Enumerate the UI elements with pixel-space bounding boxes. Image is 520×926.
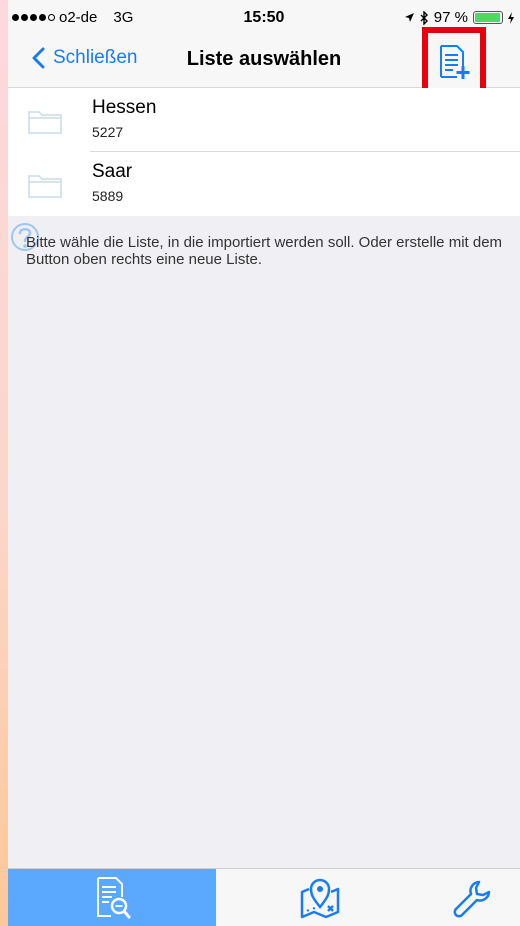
list-item-count: 5227 [92, 124, 124, 140]
list-item-count: 5889 [92, 188, 124, 204]
bluetooth-icon [420, 10, 428, 25]
charging-icon [508, 11, 514, 24]
status-right: 97 % [404, 9, 514, 26]
tab-lists[interactable] [8, 869, 216, 926]
list-item-name: Hessen [92, 97, 157, 118]
battery-percent: 97 % [433, 9, 468, 26]
add-list-icon [440, 44, 470, 79]
map-pin-icon [300, 878, 340, 919]
status-bar: o2-de 3G 15:50 97 % [8, 0, 520, 30]
list-item[interactable]: Hessen 5227 [8, 88, 520, 152]
folder-icon [28, 111, 62, 134]
list-item-name: Saar [92, 161, 133, 182]
hint-text: Bitte wähle die Liste, in die importiert… [26, 234, 503, 268]
folder-icon [28, 175, 62, 198]
phone-screen: o2-de 3G 15:50 97 % Schließen Liste ausw… [8, 0, 520, 926]
navigation-bar: Schließen Liste auswählen [8, 27, 520, 96]
tab-settings[interactable] [424, 869, 520, 926]
battery-icon [473, 11, 503, 24]
add-list-button[interactable] [422, 27, 486, 96]
wrench-icon [453, 880, 491, 918]
document-search-icon [97, 877, 131, 919]
tab-map[interactable] [216, 869, 424, 926]
list-item[interactable]: Saar 5889 [8, 152, 520, 216]
battery-fill [475, 13, 501, 22]
list-table: Hessen 5227 Saar 5889 [8, 88, 520, 216]
location-arrow-icon [404, 13, 414, 22]
tab-bar [8, 868, 520, 926]
